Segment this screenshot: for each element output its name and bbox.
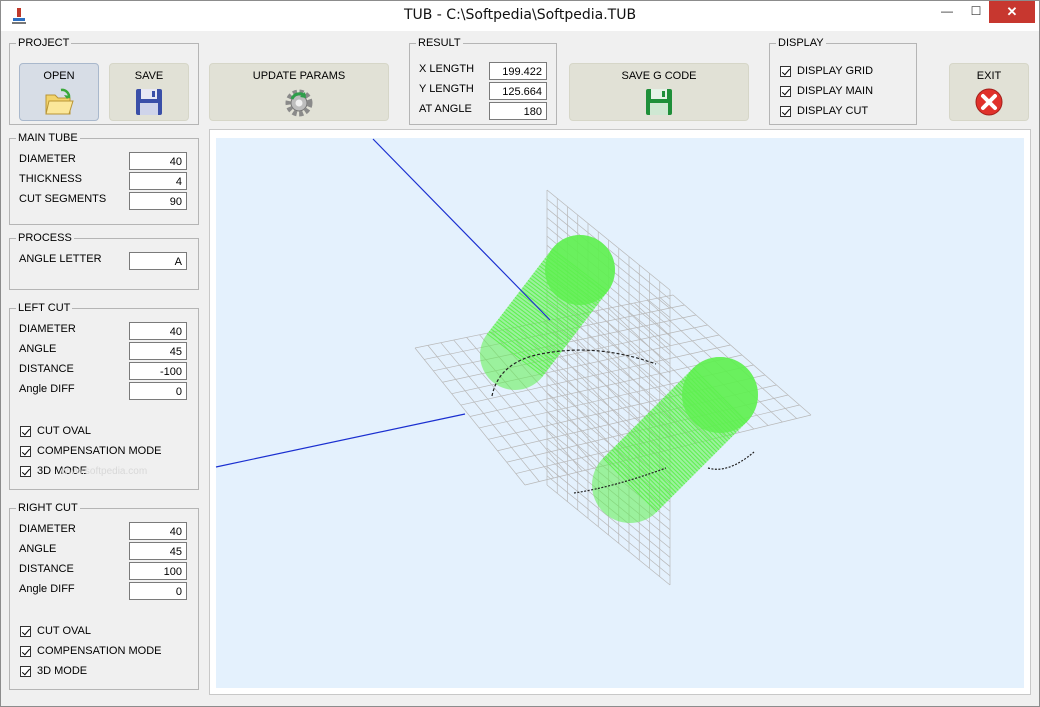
left-3d-mode-checkbox[interactable] [20,466,31,477]
display-legend: DISPLAY [778,37,824,49]
right-cut-oval-checkbox[interactable] [20,626,31,637]
exit-x-icon [975,88,1003,116]
right-cut-oval-label: CUT OVAL [37,625,91,637]
left-distance-label: DISTANCE [19,363,74,375]
left-angle-diff-label: Angle DIFF [19,383,75,395]
left-cut-legend: LEFT CUT [18,302,71,314]
app-window: TUB - C:\Softpedia\Softpedia.TUB — ☐ ✕ P… [0,0,1040,707]
y-length-field[interactable]: 125.664 [489,82,547,100]
right-distance-field[interactable]: 100 [129,562,187,580]
right-angle-diff-field[interactable]: 0 [129,582,187,600]
3d-scene[interactable] [210,130,1030,694]
display-grid-label: DISPLAY GRID [797,65,874,77]
minimize-button[interactable]: — [933,1,961,23]
main-tube-legend: MAIN TUBE [18,132,78,144]
right-cut-legend: RIGHT CUT [18,502,78,514]
main-diameter-label: DIAMETER [19,153,76,165]
right-compensation-checkbox[interactable] [20,646,31,657]
at-angle-label: AT ANGLE [419,103,472,115]
right-distance-label: DISTANCE [19,563,74,575]
right-angle-diff-label: Angle DIFF [19,583,75,595]
left-cut-oval-label: CUT OVAL [37,425,91,437]
display-cut-checkbox[interactable] [780,106,791,117]
right-3d-mode-label: 3D MODE [37,665,88,677]
right-3d-mode-checkbox[interactable] [20,666,31,677]
angle-letter-field[interactable]: A [129,252,187,270]
save-button[interactable]: SAVE [109,63,189,121]
left-compensation-checkbox[interactable] [20,446,31,457]
left-angle-label: ANGLE [19,343,57,355]
main-thickness-label: THICKNESS [19,173,82,185]
maximize-button[interactable]: ☐ [962,1,990,23]
right-diameter-label: DIAMETER [19,523,76,535]
green-floppy-icon [646,89,672,115]
x-length-field[interactable]: 199.422 [489,62,547,80]
left-distance-field[interactable]: -100 [129,362,187,380]
left-diameter-field[interactable]: 40 [129,322,187,340]
x-length-label: X LENGTH [419,63,475,75]
main-thickness-field[interactable]: 4 [129,172,187,190]
process-legend: PROCESS [18,232,72,244]
exit-button[interactable]: EXIT [949,63,1029,121]
y-length-label: Y LENGTH [419,83,474,95]
project-legend: PROJECT [18,37,70,49]
save-button-label: SAVE [134,70,164,82]
main-diameter-field[interactable]: 40 [129,152,187,170]
display-grid-checkbox[interactable] [780,66,791,77]
title-bar: TUB - C:\Softpedia\Softpedia.TUB — ☐ ✕ [1,1,1039,31]
close-window-button[interactable]: ✕ [989,1,1035,23]
cut-segments-label: CUT SEGMENTS [19,193,107,205]
display-main-label: DISPLAY MAIN [797,85,874,97]
left-cut-oval-checkbox[interactable] [20,426,31,437]
update-params-label: UPDATE PARAMS [252,70,346,82]
left-angle-field[interactable]: 45 [129,342,187,360]
right-angle-field[interactable]: 45 [129,542,187,560]
exit-button-label: EXIT [976,70,1002,82]
cut-segments-field[interactable]: 90 [129,192,187,210]
save-gcode-button[interactable]: SAVE G CODE [569,63,749,121]
window-title: TUB - C:\Softpedia\Softpedia.TUB [403,7,637,23]
display-cut-label: DISPLAY CUT [797,105,869,117]
maximize-icon: ☐ [970,4,982,18]
open-folder-icon [45,88,74,115]
angle-letter-label: ANGLE LETTER [19,253,102,265]
left-angle-diff-field[interactable]: 0 [129,382,187,400]
floppy-disk-icon [136,89,162,115]
left-diameter-label: DIAMETER [19,323,76,335]
save-gcode-label: SAVE G CODE [621,70,697,82]
viewport-background [216,138,1024,688]
open-button[interactable]: OPEN [19,63,99,121]
watermark-text: www.softpedia.com [61,466,148,477]
close-icon: ✕ [1006,4,1018,19]
at-angle-field[interactable]: 180 [489,102,547,120]
right-diameter-field[interactable]: 40 [129,522,187,540]
right-angle-label: ANGLE [19,543,57,555]
left-compensation-label: COMPENSATION MODE [37,445,162,457]
open-button-label: OPEN [43,70,75,82]
refresh-gear-icon [285,89,313,117]
display-main-checkbox[interactable] [780,86,791,97]
update-params-button[interactable]: UPDATE PARAMS [209,63,389,121]
minimize-icon: — [941,4,953,18]
right-compensation-label: COMPENSATION MODE [37,645,162,657]
result-legend: RESULT [418,37,461,49]
3d-viewport[interactable] [209,129,1031,695]
